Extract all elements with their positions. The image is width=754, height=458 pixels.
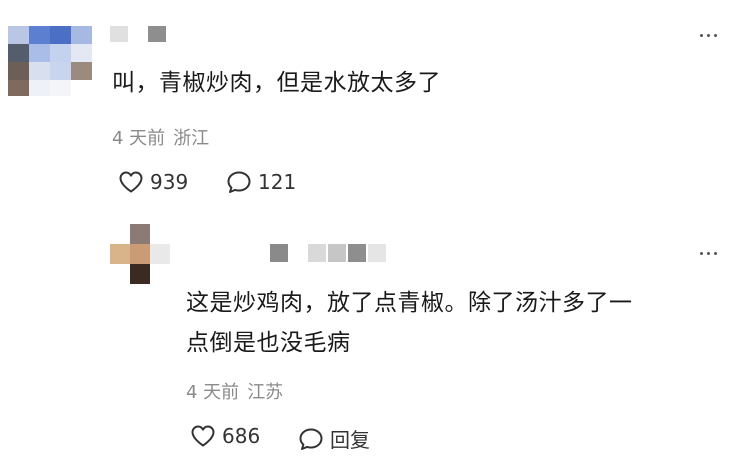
more-dots-icon[interactable] [700,252,717,255]
comment-text-line-2: 点倒是也没毛病 [186,330,351,356]
comment-text-line-1: 这是炒鸡肉，放了点青椒。除了汤汁多了一 [186,290,633,316]
comment-time: 4 天前 [112,128,166,149]
heart-icon [190,424,216,448]
like-count: 686 [222,424,261,448]
avatar[interactable] [8,26,92,96]
comment-text: 叫，青椒炒肉，但是水放太多了 [112,70,441,96]
like-button[interactable]: 939 [118,170,188,194]
avatar[interactable] [110,224,170,284]
like-button[interactable]: 686 [190,424,260,448]
comment-bubble-icon [298,427,324,451]
reply-button[interactable]: 回复 [298,424,370,453]
comment-bubble-icon [226,170,252,194]
comment-button[interactable]: 121 [226,170,296,194]
comment-location: 浙江 [173,128,210,149]
reply-label: 回复 [330,428,370,452]
comment-time: 4 天前 [186,382,240,403]
more-dots-icon[interactable] [700,34,717,37]
like-count: 939 [150,170,189,194]
comment-meta: 4 天前 江苏 [186,378,283,404]
heart-icon [118,170,144,194]
comment-meta: 4 天前 浙江 [112,124,209,150]
reply-count: 121 [258,170,297,194]
comment-location: 江苏 [247,382,284,403]
